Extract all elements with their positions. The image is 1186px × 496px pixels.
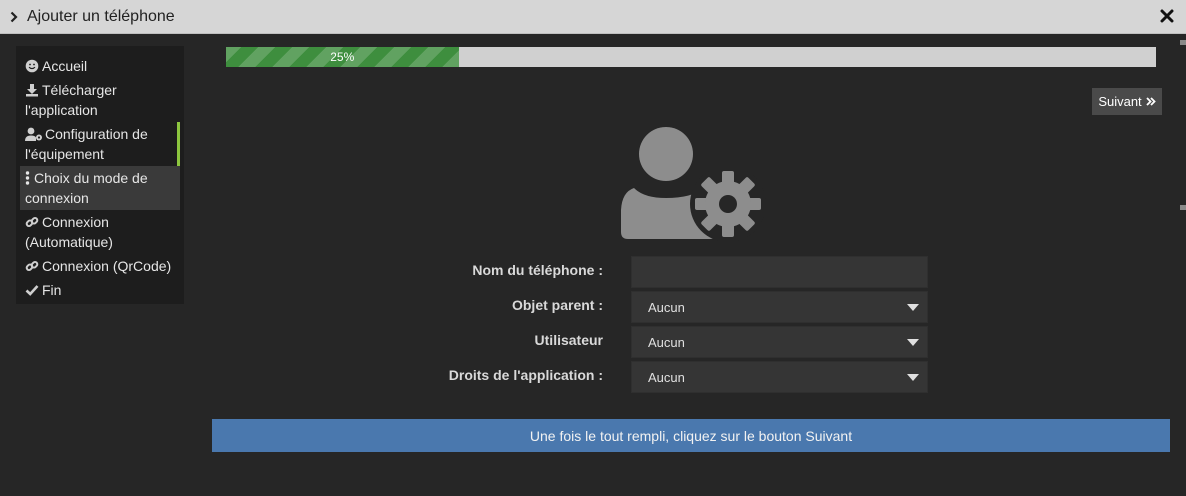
dialog-titlebar: Ajouter un téléphone — [0, 0, 1186, 34]
sidebar-item-label: Connexion (QrCode) — [42, 258, 172, 274]
progress-label: 25% — [330, 50, 355, 64]
sidebar-item-choix-mode[interactable]: Choix du mode de connexion — [20, 166, 180, 210]
sidebar-item-label: Accueil — [42, 58, 88, 74]
sidebar-item-telecharger[interactable]: Télécharger l'application — [20, 78, 180, 122]
caret-down-icon — [907, 339, 919, 346]
download-icon — [25, 82, 40, 97]
sidebar-item-connexion-qrcode[interactable]: Connexion (QrCode) — [20, 254, 180, 278]
wizard-progress-bar: 25% — [226, 47, 1156, 67]
user-gear-icon — [618, 126, 766, 242]
double-chevron-right-icon — [1146, 97, 1156, 106]
link-icon — [25, 214, 40, 228]
sidebar-item-label: Fin — [42, 282, 62, 298]
next-button[interactable]: Suivant — [1092, 88, 1162, 115]
user-gear-icon — [25, 126, 43, 141]
chevron-right-icon — [8, 11, 20, 23]
ellipsis-vertical-icon — [25, 170, 32, 185]
sidebar-item-accueil[interactable]: Accueil — [20, 54, 180, 78]
sidebar-item-label: Choix du mode de connexion — [25, 170, 148, 206]
phone-name-label: Nom du téléphone : — [472, 262, 603, 278]
link-icon — [25, 258, 40, 272]
app-rights-label: Droits de l'application : — [448, 367, 603, 383]
parent-object-row: Objet parent : Aucun — [390, 291, 930, 329]
progress-fill: 25% — [226, 47, 459, 67]
check-icon — [25, 282, 40, 296]
next-button-label: Suivant — [1098, 94, 1142, 109]
app-rights-value: Aucun — [648, 369, 685, 385]
parent-object-value: Aucun — [648, 299, 685, 315]
caret-down-icon — [907, 374, 919, 381]
add-phone-dialog: Ajouter un téléphone Accueil Télécharger… — [0, 0, 1186, 496]
caret-down-icon — [907, 304, 919, 311]
sidebar-item-configuration[interactable]: Configuration de l'équipement — [20, 122, 180, 166]
sidebar-item-connexion-auto[interactable]: Connexion (Automatique) — [20, 210, 180, 254]
info-banner: Une fois le tout rempli, cliquez sur le … — [212, 419, 1170, 452]
scroll-marker — [1180, 205, 1186, 210]
phone-name-input[interactable] — [631, 256, 928, 288]
scroll-marker — [1180, 40, 1186, 45]
app-rights-row: Droits de l'application : Aucun — [390, 361, 930, 399]
app-rights-select[interactable]: Aucun — [631, 361, 928, 393]
sidebar-item-label: Configuration de l'équipement — [25, 126, 148, 162]
parent-object-select[interactable]: Aucun — [631, 291, 928, 323]
parent-object-label: Objet parent : — [511, 297, 603, 313]
user-select[interactable]: Aucun — [631, 326, 928, 358]
user-value: Aucun — [648, 334, 685, 350]
phone-name-row: Nom du téléphone : — [390, 256, 930, 294]
user-label: Utilisateur — [534, 332, 603, 348]
info-banner-text: Une fois le tout rempli, cliquez sur le … — [529, 427, 853, 444]
smile-icon — [25, 58, 40, 73]
user-row: Utilisateur Aucun — [390, 326, 930, 364]
dialog-title: Ajouter un téléphone — [27, 7, 175, 25]
sidebar-item-fin[interactable]: Fin — [20, 278, 180, 302]
close-icon[interactable] — [1160, 9, 1174, 23]
wizard-steps-sidebar: Accueil Télécharger l'application Config… — [16, 46, 184, 304]
